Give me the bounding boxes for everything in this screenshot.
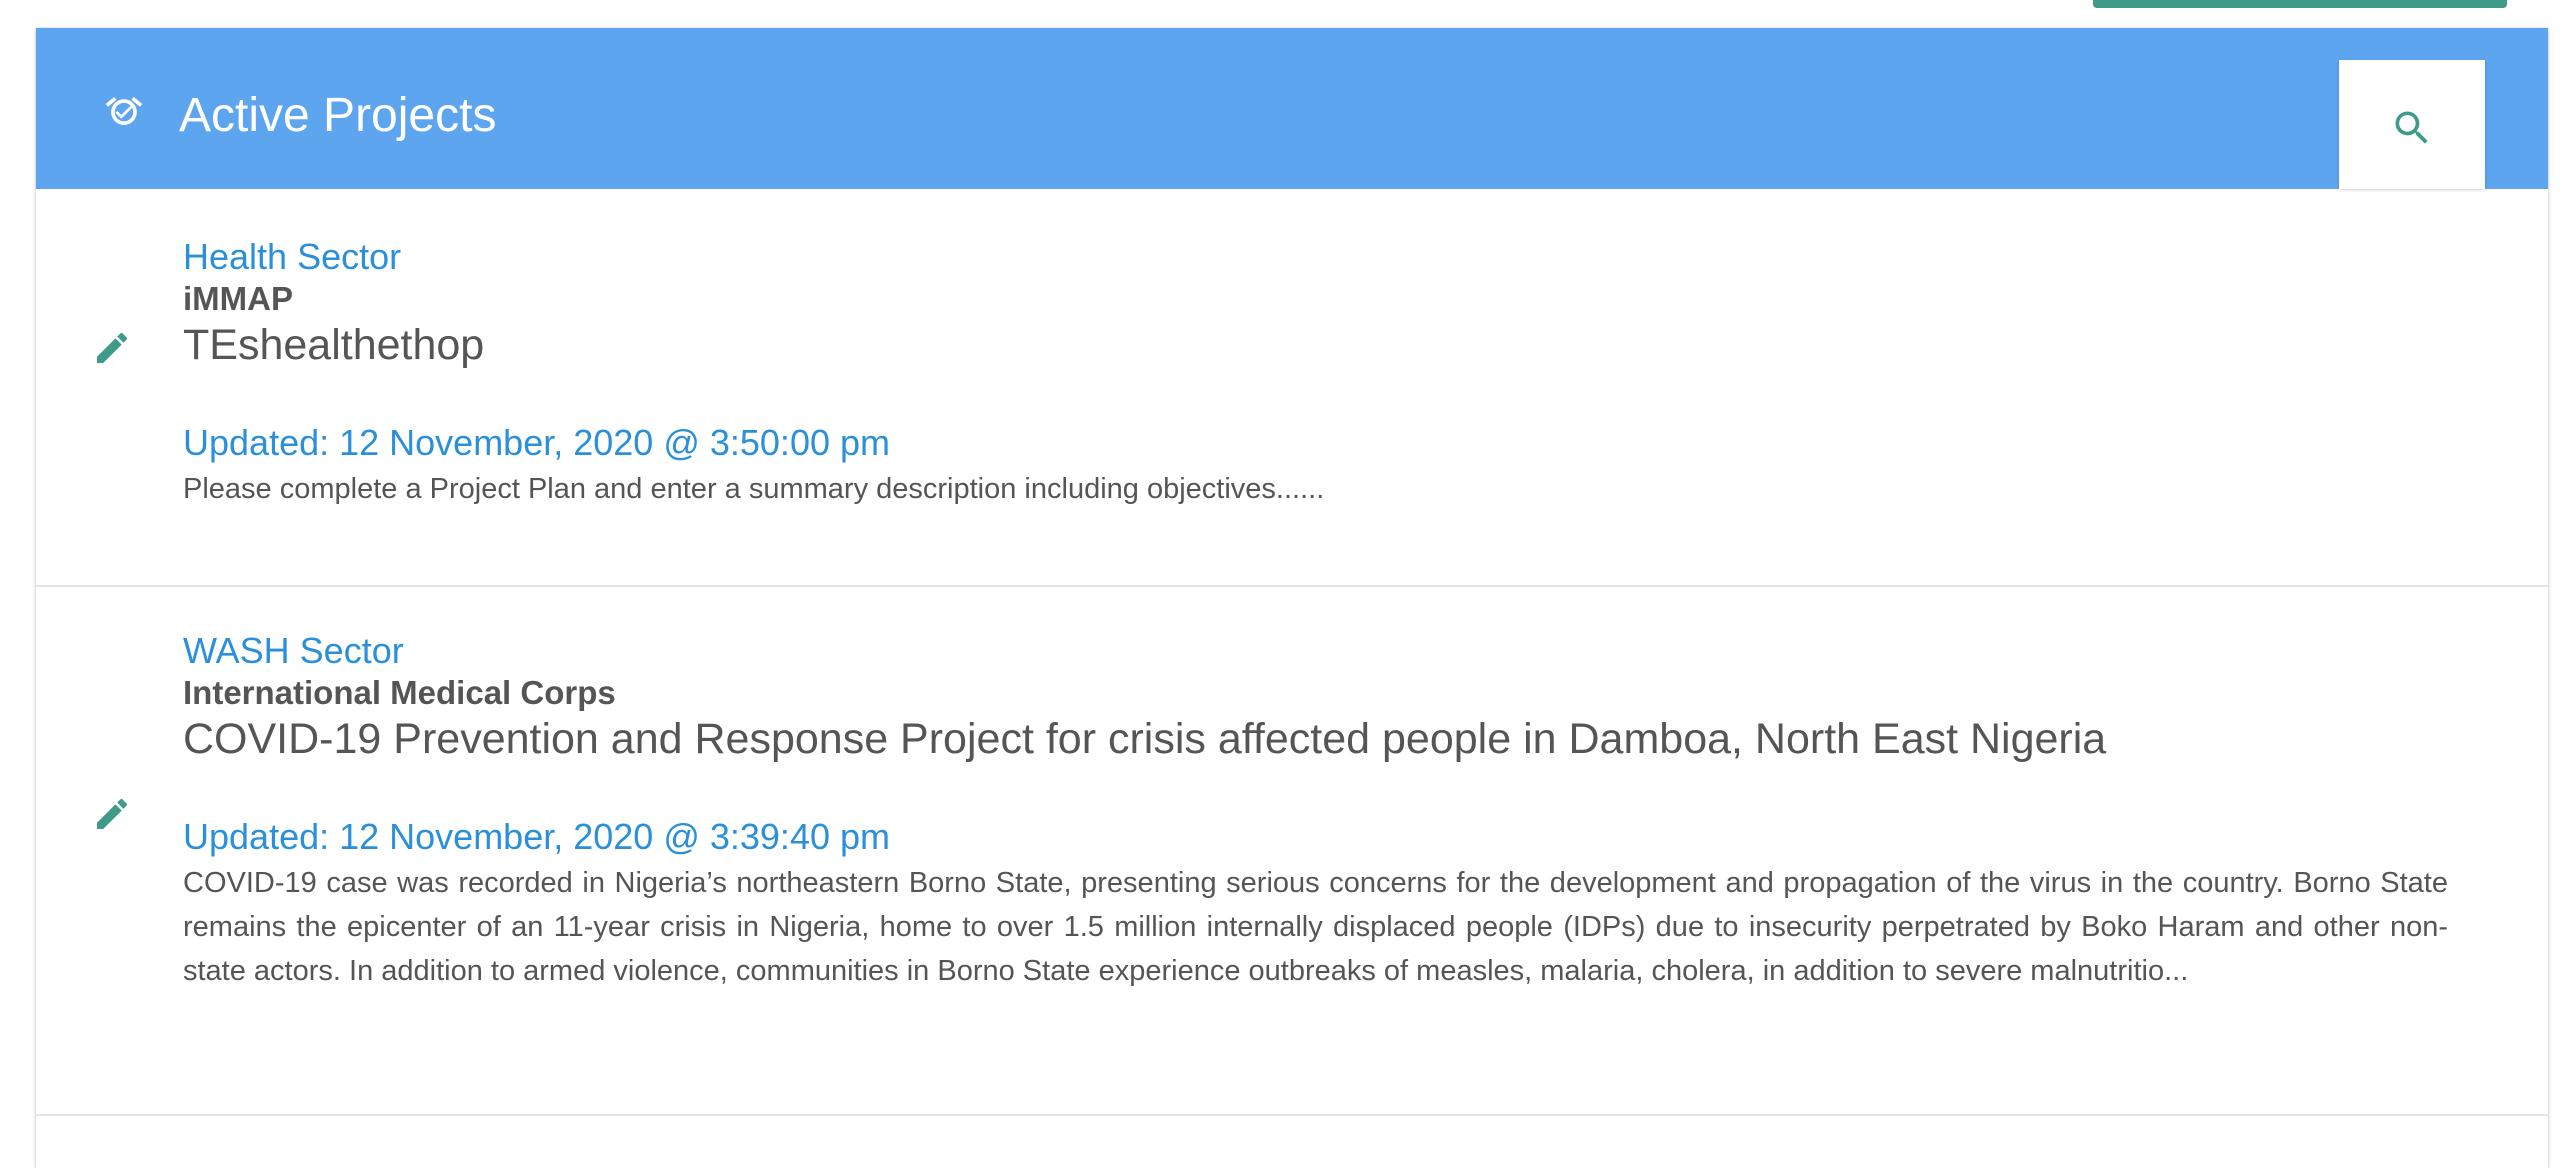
project-sector-link[interactable]: Health Sector: [183, 235, 2448, 279]
search-button[interactable]: [2339, 60, 2485, 189]
project-details: WASH Sector International Medical Corps …: [183, 629, 2448, 993]
project-updated-timestamp: Updated: 12 November, 2020 @ 3:50:00 pm: [183, 422, 890, 463]
project-description: COVID-19 case was recorded in Nigeria’s …: [183, 867, 2448, 987]
panel-header: Active Projects: [36, 28, 2548, 189]
search-icon: [2395, 111, 2428, 144]
project-updated-timestamp: Updated: 12 November, 2020 @ 3:39:40 pm: [183, 816, 890, 857]
pencil-icon[interactable]: [92, 794, 132, 834]
project-description: Please complete a Project Plan and enter…: [183, 473, 1325, 505]
alarm-check-icon: [105, 96, 143, 125]
project-list-item: Health Sector iMMAP TEshealthethop Updat…: [36, 189, 2548, 587]
project-title[interactable]: TEshealthethop: [183, 319, 2448, 371]
project-organization: International Medical Corps: [183, 674, 616, 711]
top-action-button-edge[interactable]: [2093, 0, 2507, 8]
pencil-icon[interactable]: [92, 328, 132, 368]
project-sector-link[interactable]: WASH Sector: [183, 629, 2448, 673]
panel-title: Active Projects: [179, 89, 497, 142]
project-title[interactable]: COVID-19 Prevention and Response Project…: [183, 713, 2448, 765]
project-organization: iMMAP: [183, 280, 293, 317]
active-projects-panel: Active Projects Health Sector iMMAP TEsh…: [36, 28, 2548, 1168]
project-list-item: WASH Sector International Medical Corps …: [36, 587, 2548, 1116]
project-details: Health Sector iMMAP TEshealthethop Updat…: [183, 235, 2448, 511]
